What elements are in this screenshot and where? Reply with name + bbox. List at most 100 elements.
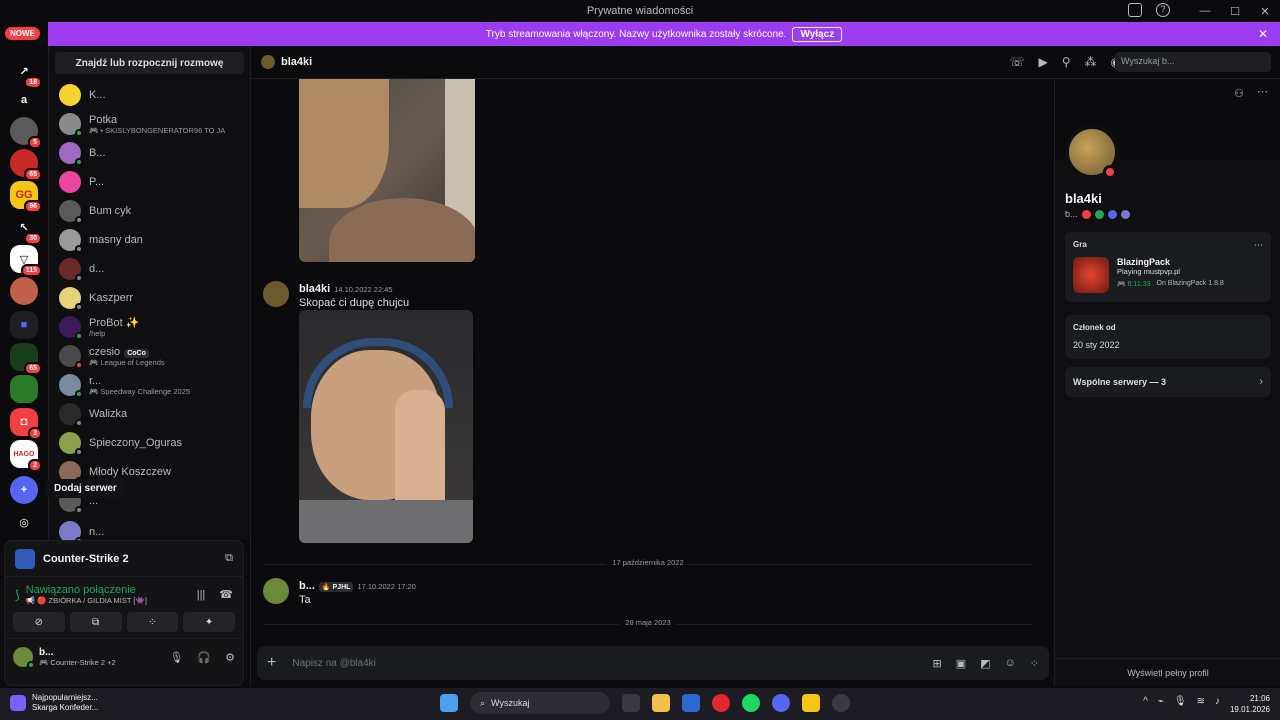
server-icon-1[interactable]: ↗ 18: [10, 57, 42, 89]
start-icon[interactable]: [440, 694, 458, 712]
taskbar-search[interactable]: ⌕ Wyszukaj: [470, 692, 610, 714]
dm-item[interactable]: P...: [59, 168, 245, 196]
inbox-icon[interactable]: [1128, 3, 1142, 17]
wifi-icon[interactable]: ≋: [1197, 696, 1205, 707]
volume-icon[interactable]: ♪: [1215, 696, 1220, 707]
dm-item[interactable]: d...: [59, 255, 245, 283]
soundboard-button[interactable]: ✦: [183, 612, 235, 632]
dm-item[interactable]: n...: [59, 518, 245, 540]
server-icon-12[interactable]: HAGO 2: [10, 440, 42, 472]
apps-icon[interactable]: ⁘: [1030, 657, 1039, 670]
voice-channel[interactable]: 📢 🔴 ZBIÓRKA / GILDIA MIST [👾]: [26, 596, 191, 605]
stream-icon[interactable]: ⧉: [225, 552, 233, 565]
spotify-icon[interactable]: [742, 694, 760, 712]
minimize-button[interactable]: —: [1190, 5, 1220, 17]
add-server-tooltip: Dodaj serwer: [46, 479, 125, 498]
video-call-icon[interactable]: ▶: [1038, 55, 1047, 69]
image-attachment[interactable]: [299, 78, 475, 262]
more-options-icon[interactable]: ⋯: [1257, 85, 1268, 98]
server-icon-5[interactable]: GG 96: [10, 181, 42, 213]
server-icon-6[interactable]: ↖ 30: [10, 213, 42, 245]
connection-status[interactable]: Nawiązano połączenie: [26, 584, 191, 596]
recipient-name[interactable]: bla4ki: [281, 56, 312, 68]
dm-item[interactable]: Spieczony_Oguras: [59, 429, 245, 457]
discord-icon[interactable]: [772, 694, 790, 712]
server-icon-9[interactable]: 65: [10, 343, 42, 375]
news-widget[interactable]: Najpopularniejsz... Skarga Konfeder...: [10, 693, 98, 713]
disable-streamer-mode-button[interactable]: Wyłącz: [792, 26, 843, 42]
add-attachment-icon[interactable]: +: [267, 654, 276, 672]
dm-item[interactable]: masny dan: [59, 226, 245, 254]
server-icon-2[interactable]: a: [10, 86, 38, 114]
message-input[interactable]: Napisz na @bla4ki: [292, 658, 916, 669]
close-banner-icon[interactable]: ✕: [1258, 27, 1268, 41]
steam-icon[interactable]: [832, 694, 850, 712]
message-text: Skopać ci dupę chujcu: [299, 297, 410, 309]
find-conversation-button[interactable]: Znajdź lub rozpocznij rozmowę: [55, 52, 244, 74]
emoji-icon[interactable]: ☺: [1005, 657, 1016, 670]
avatar: [59, 521, 83, 540]
maximize-button[interactable]: ☐: [1220, 5, 1250, 18]
dm-item[interactable]: Bum cyk: [59, 197, 245, 225]
screen-share-button[interactable]: ⧉: [69, 612, 122, 632]
view-full-profile-link[interactable]: Wyświetl pełny profil: [1055, 658, 1280, 686]
dm-item[interactable]: Walizka: [59, 400, 245, 428]
voice-call-icon[interactable]: ☏: [1009, 55, 1024, 69]
disconnect-icon[interactable]: ☎: [219, 588, 233, 601]
server-icon-4[interactable]: 65: [10, 149, 42, 181]
add-friend-icon[interactable]: ⚇: [1234, 87, 1244, 100]
server-icon-11[interactable]: ◘ 3: [10, 408, 42, 440]
app-icon[interactable]: [802, 694, 820, 712]
server-icon-8[interactable]: [10, 277, 38, 305]
dm-item[interactable]: Kaszperr: [59, 284, 245, 312]
microphone-tray-icon[interactable]: 🎙: [1174, 696, 1187, 707]
message-author[interactable]: b...: [299, 580, 315, 592]
new-badge[interactable]: NOWE: [5, 27, 40, 40]
file-explorer-icon[interactable]: [652, 694, 670, 712]
task-view-icon[interactable]: [622, 694, 640, 712]
headphones-icon[interactable]: 🎧: [197, 651, 211, 664]
store-icon[interactable]: [682, 694, 700, 712]
dm-item[interactable]: r... 🎮 Speedway Challenge 2025: [59, 371, 245, 399]
dm-item[interactable]: ProBot ✨/help: [59, 313, 245, 341]
image-attachment[interactable]: [299, 310, 473, 543]
server-icon-7[interactable]: ▽ 115: [10, 245, 42, 277]
close-window-button[interactable]: ✕: [1250, 5, 1280, 18]
settings-gear-icon[interactable]: ⚙: [225, 651, 235, 664]
mutual-servers-row[interactable]: Wspólne serwery — 3 ›: [1065, 367, 1271, 397]
clock[interactable]: 21:06 19.01.2026: [1230, 693, 1270, 715]
avatar[interactable]: [13, 647, 35, 669]
add-friends-icon[interactable]: ⁂: [1085, 55, 1097, 69]
help-icon[interactable]: ?: [1156, 3, 1170, 17]
badge-icon[interactable]: [1094, 209, 1104, 219]
search-input[interactable]: Wyszukaj b...: [1115, 52, 1271, 72]
badge-icon[interactable]: [1081, 209, 1091, 219]
network-icon[interactable]: ⌁: [1158, 696, 1164, 707]
sticker-icon[interactable]: ◩: [980, 657, 990, 670]
chevron-up-icon[interactable]: ^: [1143, 696, 1148, 707]
microphone-icon[interactable]: 🎙: [169, 651, 183, 664]
pin-icon[interactable]: ⚲: [1062, 55, 1071, 69]
badge-icon[interactable]: [1120, 209, 1130, 219]
gift-icon[interactable]: ⊞: [933, 657, 942, 670]
gif-icon[interactable]: ▣: [956, 657, 966, 670]
noise-suppression-icon[interactable]: |||: [197, 589, 206, 601]
discover-icon[interactable]: ◎: [10, 508, 38, 536]
badge-icon[interactable]: [1107, 209, 1117, 219]
activity-more-icon[interactable]: ⋯: [1254, 240, 1263, 251]
dm-item[interactable]: czesio CoCo 🎮 League of Legends: [59, 342, 245, 370]
avatar[interactable]: [263, 281, 289, 307]
activities-button[interactable]: ⁘: [126, 612, 179, 632]
dm-item[interactable]: K...: [59, 81, 245, 109]
dm-item[interactable]: B...: [59, 139, 245, 167]
avatar[interactable]: [263, 578, 289, 604]
server-icon-10[interactable]: [10, 375, 38, 403]
dnd-status-icon: [1103, 165, 1117, 179]
message-author[interactable]: bla4ki: [299, 283, 330, 295]
camera-off-button[interactable]: ⊘: [13, 612, 65, 632]
add-server-button[interactable]: +: [10, 476, 38, 504]
folder-icon[interactable]: ■: [10, 311, 38, 339]
dm-item[interactable]: Potka 🎮 • SKISLYBONGENERATOR96 TO JA: [59, 110, 245, 138]
server-icon-3[interactable]: 5: [10, 117, 42, 149]
opera-icon[interactable]: [712, 694, 730, 712]
